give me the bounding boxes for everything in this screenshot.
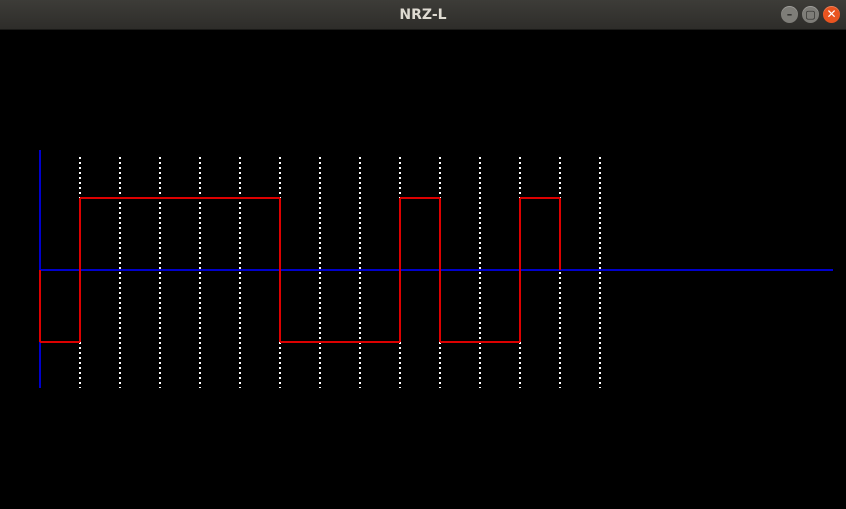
nrz-l-waveform-chart [39, 150, 833, 388]
maximize-button[interactable]: ▢ [802, 6, 819, 23]
close-icon: ✕ [826, 7, 837, 21]
bit-boundary-grid [79, 157, 601, 388]
window-titlebar: NRZ-L – ▢ ✕ [0, 0, 846, 30]
window-controls: – ▢ ✕ [781, 6, 840, 24]
plot-canvas [0, 30, 846, 509]
close-button[interactable]: ✕ [823, 6, 840, 23]
minimize-button[interactable]: – [781, 6, 798, 23]
maximize-icon: ▢ [805, 8, 816, 21]
minimize-icon: – [786, 8, 793, 21]
window-title: NRZ-L [399, 7, 447, 23]
